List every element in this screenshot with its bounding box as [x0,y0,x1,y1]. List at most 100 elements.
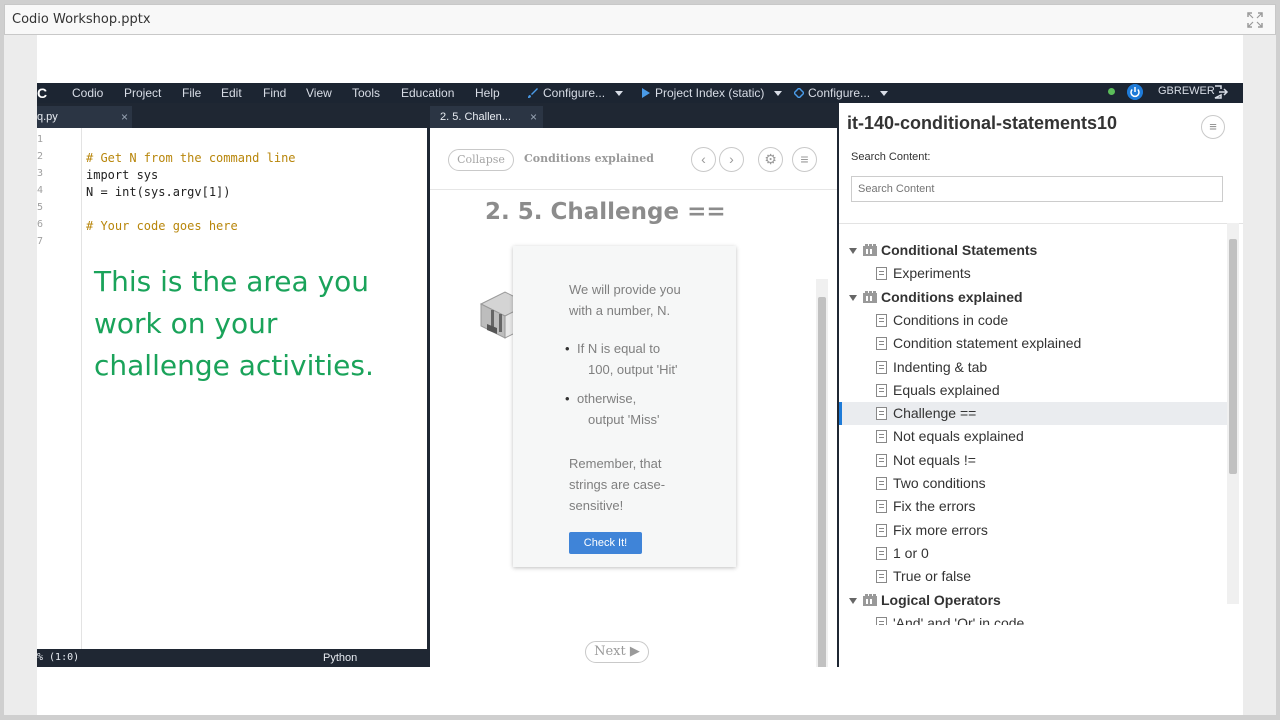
search-input[interactable] [851,176,1223,202]
code-line-comment: # Your code goes here [86,219,238,233]
close-icon[interactable]: × [121,106,128,128]
power-icon[interactable] [1127,84,1143,100]
scrollbar-thumb[interactable] [1229,239,1237,474]
menu-edit[interactable]: Edit [221,84,242,102]
tree-page[interactable]: Fix the errors [839,495,1227,518]
tab-label: 2. 5. Challen... [440,111,511,123]
code-editor-pane: q.py × 1 2 3 4 5 6 7 # Get N from the co… [37,103,427,667]
chevron-down-icon[interactable] [849,597,857,604]
slide-gutter-right [1243,35,1276,715]
play-icon [642,88,650,98]
settings-button[interactable]: ⚙ [758,147,783,172]
tree-folder[interactable]: Conditions explained [839,286,1227,309]
card-text: Remember, that [569,456,662,471]
tree-page[interactable]: 'And' and 'Or' in code [839,612,1227,625]
collapse-button[interactable]: Collapse [448,149,514,171]
tab-q-py[interactable]: q.py × [37,106,132,128]
menu-education[interactable]: Education [401,84,454,102]
line-number: 6 [37,219,43,230]
line-number: 5 [37,202,43,213]
tree-folder[interactable]: Conditional Statements [839,239,1227,262]
tree-folder-label: Logical Operators [881,591,1001,608]
tab-guide[interactable]: 2. 5. Challen... × [430,106,543,128]
next-button[interactable]: Next ▶ [585,641,649,663]
next-page-button[interactable]: › [719,147,744,172]
tree-page[interactable]: True or false [839,565,1227,588]
tree-page[interactable]: Not equals != [839,449,1227,472]
language-indicator[interactable]: Python [323,649,357,667]
check-it-button[interactable]: Check It! [569,532,642,554]
line-number: 3 [37,168,43,179]
section-icon [863,290,877,303]
menu-icon: ≡ [1209,119,1217,134]
tree-page[interactable]: Not equals explained [839,425,1227,448]
menu-tools[interactable]: Tools [352,84,380,102]
page-icon [876,430,887,444]
page-icon [876,267,887,281]
challenge-card: We will provide you with a number, N. If… [513,246,736,567]
section-icon [863,593,877,606]
tree-menu-button[interactable]: ≡ [1201,115,1225,139]
configure-menu-1[interactable]: Configure... [527,84,624,102]
menu-project[interactable]: Project [124,84,161,102]
tree-scrollbar[interactable] [1227,223,1239,604]
chevron-down-icon [615,90,624,96]
chevron-down-icon [774,90,783,96]
chevron-down-icon[interactable] [849,248,857,254]
viewer-title: Codio Workshop.pptx [12,12,151,27]
username[interactable]: GBREWER [1158,85,1215,97]
chevron-down-icon[interactable] [849,294,857,301]
tree-page-label: 1 or 0 [893,544,929,561]
logout-icon[interactable] [1213,84,1229,100]
page-icon [876,570,887,584]
codio-ide: C Codio Project File Edit Find View Tool… [37,83,1243,667]
tree-page[interactable]: Indenting & tab [839,356,1227,379]
page-icon [876,313,887,327]
tree-folder-label: Conditions explained [881,288,1023,305]
project-index-menu[interactable]: Project Index (static) [641,84,783,102]
cursor-position: % (1:0) [37,652,80,663]
tab-label: q.py [37,111,58,123]
page-title: 2. 5. Challenge == [485,199,726,225]
guide-scrollbar[interactable] [816,279,828,667]
tree-folder-label: Conditional Statements [881,242,1038,258]
tree-page[interactable]: Condition statement explained [839,332,1227,355]
menu-help[interactable]: Help [475,84,500,102]
online-status-icon [1108,88,1115,95]
tree-page-label: Condition statement explained [893,335,1082,352]
tree-page[interactable]: Two conditions [839,472,1227,495]
tree-page[interactable]: Experiments [839,262,1227,285]
tree-folder[interactable]: Logical Operators [839,589,1227,612]
menu-file[interactable]: File [182,84,201,102]
page-icon [876,407,887,421]
menu-icon: ≡ [800,151,809,167]
tree-page-label: Challenge == [893,405,977,422]
list-item: If N is equal to [565,338,660,359]
tree-page[interactable]: Challenge == [839,402,1227,426]
codio-logo-icon[interactable]: C [37,85,49,101]
chevron-right-icon: › [729,151,734,167]
section-icon [863,244,877,256]
tree-page-label: Experiments [893,265,971,282]
close-icon[interactable]: × [530,106,537,128]
code-line: import sys [86,168,159,182]
page-icon [876,616,887,625]
previous-page-button[interactable]: ‹ [691,147,716,172]
tree-page[interactable]: Fix more errors [839,519,1227,542]
tree-page[interactable]: 1 or 0 [839,542,1227,565]
line-number: 1 [37,134,43,145]
tree-page[interactable]: Conditions in code [839,309,1227,332]
page-icon [876,500,887,514]
menu-view[interactable]: View [306,84,332,102]
tree-page[interactable]: Equals explained [839,379,1227,402]
expand-icon[interactable] [1247,12,1263,28]
card-text: We will provide you [569,282,681,297]
guide-toolbar: Collapse Conditions explained ‹ › ⚙ ≡ [430,128,837,190]
configure-menu-2[interactable]: Configure... [794,84,889,102]
scrollbar-thumb[interactable] [818,297,826,667]
slide-annotation-text: This is the area you work on your challe… [94,265,374,382]
menu-codio[interactable]: Codio [72,84,103,102]
code-area[interactable]: 1 2 3 4 5 6 7 # Get N from the command l… [37,128,427,649]
menu-find[interactable]: Find [263,84,286,102]
guide-menu-button[interactable]: ≡ [792,147,817,172]
